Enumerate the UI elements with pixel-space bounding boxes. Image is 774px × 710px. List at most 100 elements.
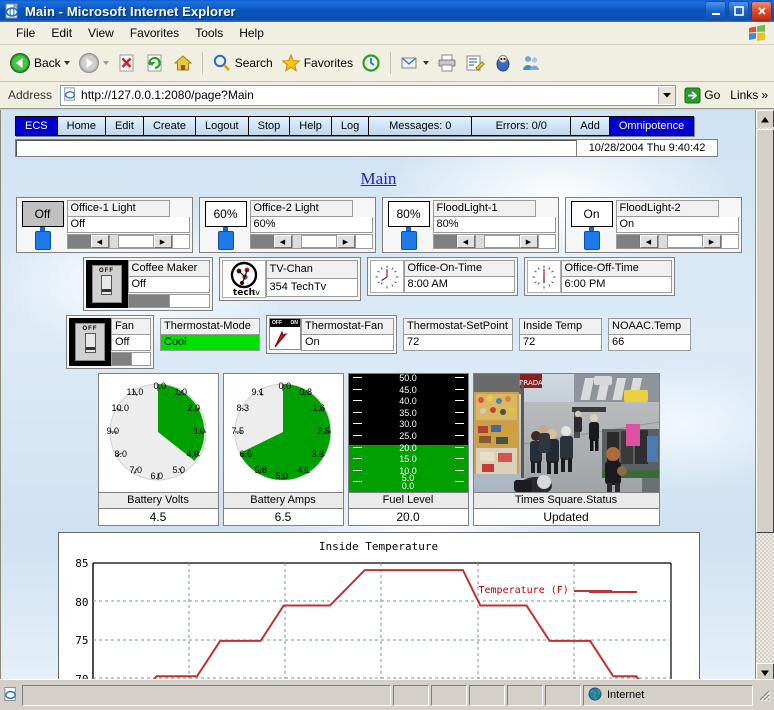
minimize-button[interactable] [705,1,726,21]
thermostat-fan-widget[interactable]: OFF ON Thermostat-Fan On [266,315,397,354]
slider-decrease-icon[interactable]: ◀ [90,235,109,248]
ecs-nav-buttons: ECS Home Edit Create Logout Stop Help Lo… [15,116,695,136]
light-slider-flood1[interactable]: ◀ ▶ [432,234,556,249]
slider-increase-icon[interactable]: ▶ [336,235,355,248]
nav-create[interactable]: Create [143,117,196,135]
office-on-time-widget[interactable]: Office-On-Time 8:00 AM [366,257,518,296]
links-button[interactable]: Links » [728,88,770,102]
nav-log[interactable]: Log [331,117,370,135]
nav-stop[interactable]: Stop [248,117,291,135]
page-title-link[interactable]: Main [361,169,397,188]
inside-temperature-chart[interactable]: Inside Temperature 85 80 75 70 Temperatu… [57,532,700,682]
light-slider-flood2[interactable]: ◀ ▶ [615,234,739,249]
slider-track[interactable] [474,235,484,248]
coffee-toggle-bar[interactable] [127,294,210,308]
slider-increase-icon[interactable]: ▶ [519,235,538,248]
slider-decrease-icon[interactable]: ◀ [273,235,292,248]
people-button[interactable] [518,46,544,80]
nav-logout[interactable]: Logout [195,117,249,135]
back-dropdown-icon[interactable] [63,61,70,65]
light-slider-office2[interactable]: ◀ ▶ [249,234,373,249]
nav-edit[interactable]: Edit [105,117,144,135]
maximize-button[interactable] [728,1,749,21]
toggle-switch-icon-coffee[interactable]: OFF [85,260,128,308]
light-slider-office1[interactable]: ◀ ▶ [66,234,190,249]
slider-track[interactable] [108,235,118,248]
security-zone-pane[interactable]: Internet [583,684,753,706]
fan-dial-icon[interactable]: OFF ON [269,318,301,350]
forward-button[interactable] [75,46,112,80]
bulb-icon-office1[interactable]: Off [19,200,67,250]
home-button[interactable] [170,46,196,80]
light-widget-flood2[interactable]: On FloodLight-2 On ◀ ▶ [564,197,742,253]
messenger-button[interactable] [490,46,516,80]
gauge-battery-amps[interactable]: 0.0 0.8 1.6 2.5 3.3 4.1 5.0 5.8 6.6 7.5 … [222,373,344,526]
favorites-button[interactable]: Favorites [278,46,356,80]
address-dropdown-icon[interactable] [658,86,676,104]
search-button[interactable]: Search [209,46,276,80]
refresh-button[interactable] [142,46,168,80]
nav-messages[interactable]: Messages: 0 [369,117,473,135]
thermostat-mode-widget[interactable]: Thermostat-Mode Cool [160,318,260,351]
fan-widget[interactable]: OFF Fan Off [66,315,154,369]
menu-file[interactable]: File [8,24,43,42]
go-button[interactable]: Go [680,87,724,104]
gauge-value-battery-amps: 6.5 [223,508,343,525]
bulb-icon-office2[interactable]: 60% [202,200,250,250]
nav-omnipotence[interactable]: Omnipotence [609,117,694,135]
bulb-icon-flood2[interactable]: On [568,200,616,250]
stop-button[interactable] [114,46,140,80]
widget-times-square[interactable]: PRADA Times Square.Status Updated [472,373,660,526]
edit-button[interactable] [462,46,488,80]
menu-favorites[interactable]: Favorites [122,24,187,42]
slider-increase-icon[interactable]: ▶ [153,235,172,248]
switch-lever[interactable] [84,333,96,353]
tv-channel-widget[interactable]: tech tv TV-Chan 354 TechTv [218,257,361,301]
gauge-fuel-level[interactable]: 50.0 45.0 40.0 35.0 30.0 25.0 20.0 15.0 … [347,373,469,526]
menu-help[interactable]: Help [231,24,272,42]
light-widget-office1[interactable]: Off Office-1 Light Off ◀ ▶ [15,197,193,253]
gauge-battery-volts[interactable]: 0.0 1.0 2.0 3.0 4.0 5.0 6.0 7.0 8.0 9.0 … [97,373,219,526]
links-chevron-icon[interactable]: » [761,88,768,102]
slider-knob[interactable] [666,235,703,248]
slider-knob[interactable] [117,235,154,248]
print-button[interactable] [434,46,460,80]
toggle-switch-icon-fan[interactable]: OFF [69,318,111,366]
close-button[interactable] [751,1,772,21]
inside-temp-widget[interactable]: Inside Temp 72 [519,318,602,351]
back-button[interactable]: Back [6,46,73,80]
thermostat-setpoint-widget[interactable]: Thermostat-SetPoint 72 [403,318,513,351]
slider-knob[interactable] [300,235,337,248]
slider-increase-icon[interactable]: ▶ [702,235,721,248]
resize-grip[interactable] [757,688,771,702]
menu-view[interactable]: View [80,24,122,42]
light-widget-office2[interactable]: 60% Office-2 Light 60% ◀ ▶ [198,197,376,253]
slider-track[interactable] [657,235,667,248]
history-button[interactable] [358,46,384,80]
menu-tools[interactable]: Tools [187,24,231,42]
nav-home[interactable]: Home [57,117,106,135]
scrollbar-thumb[interactable] [756,129,774,533]
slider-knob[interactable] [483,235,520,248]
vertical-scrollbar[interactable] [755,110,774,682]
address-input[interactable]: http://127.0.0.1:2080/page?Main [60,84,677,106]
slider-decrease-icon[interactable]: ◀ [639,235,658,248]
slider-track[interactable] [291,235,301,248]
nav-help[interactable]: Help [290,117,332,135]
switch-lever[interactable] [101,275,112,295]
light-widget-flood1[interactable]: 80% FloodLight-1 80% ◀ ▶ [381,197,559,253]
fan-toggle-bar[interactable] [111,352,151,366]
nav-ecs[interactable]: ECS [16,117,58,135]
mail-button[interactable] [397,46,432,80]
nav-add[interactable]: Add [571,117,610,135]
coffee-maker-widget[interactable]: OFF Coffee Maker Off [82,257,213,311]
menu-edit[interactable]: Edit [43,24,80,42]
forward-dropdown-icon[interactable] [102,61,109,65]
nav-errors[interactable]: Errors: 0/0 [472,117,572,135]
slider-decrease-icon[interactable]: ◀ [456,235,475,248]
bulb-icon-flood1[interactable]: 80% [385,200,433,250]
mail-dropdown-icon[interactable] [423,61,430,65]
noaa-temp-widget[interactable]: NOAAC.Temp 66 [608,318,691,351]
ecs-status-field[interactable] [15,139,576,157]
office-off-time-widget[interactable]: Office-Off-Time 6:00 PM [523,257,675,296]
